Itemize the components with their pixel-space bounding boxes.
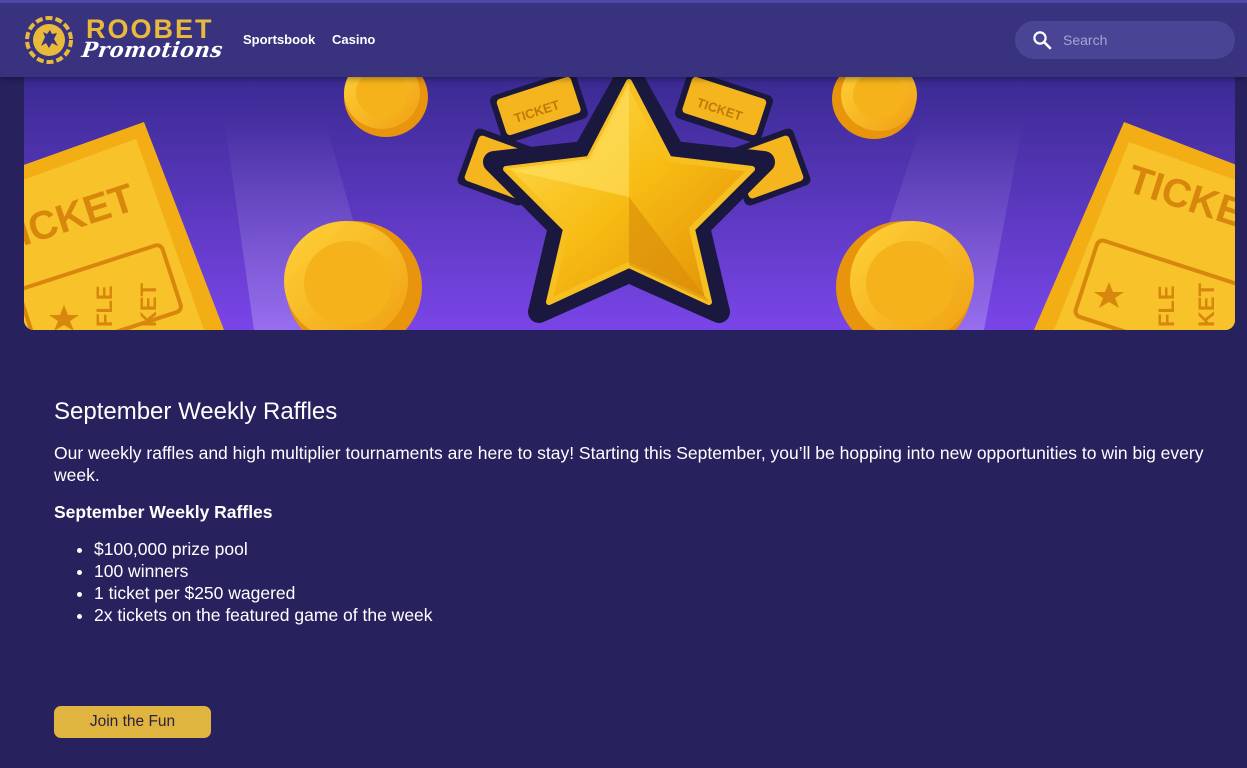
list-item: 100 winners [94, 560, 1204, 582]
search-input[interactable] [1063, 30, 1223, 50]
join-the-fun-button[interactable]: Join the Fun [54, 706, 211, 738]
promo-banner: ICKET FLE KET TICKET TICKET TICKE FLE KE… [24, 77, 1235, 330]
banner-illustration: ICKET FLE KET TICKET TICKET TICKE FLE KE… [24, 77, 1235, 330]
top-header: ROOBET Promotions Sportsbook Casino [0, 0, 1247, 77]
raffle-label-right-2: KET [1194, 282, 1219, 327]
section-subtitle: September Weekly Raffles [54, 502, 273, 522]
promotion-article: September Weekly Raffles Our weekly raff… [54, 396, 1204, 626]
prize-list: $100,000 prize pool 100 winners 1 ticket… [54, 538, 1204, 626]
raffle-label-right: FLE [1154, 285, 1179, 327]
search-box[interactable] [1015, 21, 1235, 59]
list-item: 1 ticket per $250 wagered [94, 582, 1204, 604]
search-icon[interactable] [1032, 30, 1052, 50]
logo-subtitle: Promotions [80, 37, 225, 62]
raffle-label-left-2: KET [136, 282, 161, 327]
list-item: $100,000 prize pool [94, 538, 1204, 560]
nav-casino-link[interactable]: Casino [332, 32, 375, 48]
nav-sportsbook-link[interactable]: Sportsbook [243, 32, 315, 48]
page-title: September Weekly Raffles [54, 398, 338, 425]
intro-paragraph: Our weekly raffles and high multiplier t… [54, 443, 1204, 485]
kangaroo-badge-icon [25, 16, 73, 64]
roobet-promotions-logo[interactable]: ROOBET Promotions [24, 13, 225, 71]
list-item: 2x tickets on the featured game of the w… [94, 604, 1204, 626]
raffle-label-left: FLE [92, 285, 117, 327]
